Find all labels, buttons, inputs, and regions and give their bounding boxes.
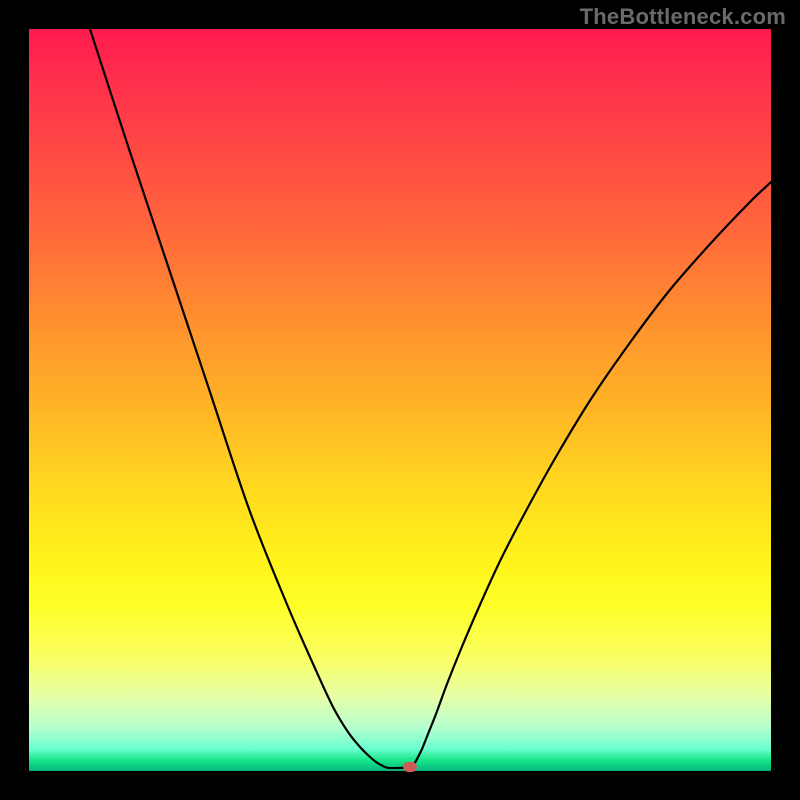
watermark-text: TheBottleneck.com [580,4,786,30]
plot-area [29,29,771,771]
gradient-background [29,29,771,771]
min-marker [403,762,417,772]
chart-frame: TheBottleneck.com [0,0,800,800]
